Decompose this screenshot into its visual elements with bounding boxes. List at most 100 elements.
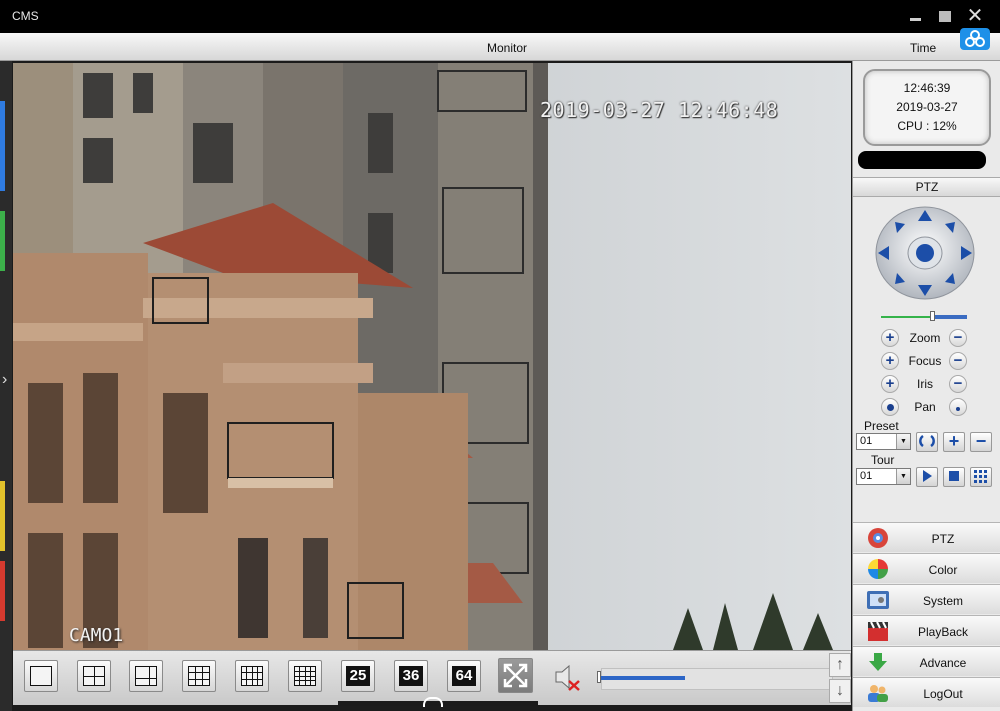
preset-add-button[interactable]: + bbox=[943, 432, 965, 452]
pan-start-button[interactable] bbox=[881, 398, 899, 416]
fullscreen-button[interactable] bbox=[498, 658, 533, 693]
tour-select[interactable]: 01 ▼ bbox=[856, 468, 911, 485]
iris-control: + Iris − bbox=[881, 375, 971, 395]
left-edge: › bbox=[0, 61, 12, 711]
layout-6-icon bbox=[135, 666, 157, 686]
menu-color-label: Color bbox=[928, 563, 958, 577]
play-icon bbox=[923, 470, 932, 482]
edge-strip bbox=[0, 211, 5, 271]
menu-playback-label: PlayBack bbox=[917, 625, 969, 639]
focus-in-button[interactable]: + bbox=[881, 352, 899, 370]
preset-remove-button[interactable]: − bbox=[970, 432, 992, 452]
clock-date: 2019-03-27 bbox=[896, 100, 958, 114]
osd-datetime: 2019-03-27 12:46:48 bbox=[540, 98, 779, 122]
clock-time: 12:46:39 bbox=[903, 81, 951, 95]
layout-4-button[interactable] bbox=[77, 660, 111, 692]
app-title: CMS bbox=[12, 9, 39, 23]
layout-36-button[interactable]: 36 bbox=[394, 660, 428, 692]
layout-25-button[interactable]: 25 bbox=[341, 660, 375, 692]
ptz-speed-slider[interactable] bbox=[881, 311, 967, 323]
layout-6-button[interactable] bbox=[129, 660, 163, 692]
stop-icon bbox=[949, 471, 959, 481]
pan-label: Pan bbox=[914, 400, 936, 414]
video-view[interactable]: 2019-03-27 12:46:48 CAMO1 bbox=[13, 63, 851, 650]
system-icon bbox=[867, 591, 889, 609]
monitor-tab[interactable]: Monitor bbox=[487, 41, 527, 55]
bottom-toolbar: 25 36 64 ↑ ↓ bbox=[13, 650, 851, 707]
ptz-speed-knob[interactable] bbox=[929, 311, 935, 321]
menu-ptz-label: PTZ bbox=[931, 532, 955, 546]
layout-16-icon bbox=[294, 666, 316, 686]
edge-strip bbox=[0, 561, 5, 621]
minimize-button[interactable] bbox=[904, 6, 926, 26]
zoom-label: Zoom bbox=[909, 331, 941, 345]
preset-label: Preset bbox=[864, 419, 899, 433]
ptz-camera-icon bbox=[868, 528, 888, 548]
layout-64-label: 64 bbox=[452, 666, 476, 686]
clapperboard-icon bbox=[868, 621, 888, 641]
layout-13-icon bbox=[241, 666, 263, 686]
fullscreen-icon bbox=[503, 663, 528, 688]
close-button[interactable]: ✕ bbox=[964, 6, 986, 26]
iris-open-button[interactable]: + bbox=[881, 375, 899, 393]
preset-goto-button[interactable] bbox=[916, 432, 938, 452]
edge-strip bbox=[0, 101, 5, 191]
download-arrow-icon bbox=[869, 653, 887, 671]
layout-16-button[interactable] bbox=[288, 660, 322, 692]
grid-icon bbox=[974, 470, 987, 483]
layout-1-button[interactable] bbox=[24, 660, 58, 692]
menu-logout-label: LogOut bbox=[923, 687, 963, 701]
menu-logout[interactable]: LogOut bbox=[853, 677, 1000, 707]
focus-label: Focus bbox=[908, 354, 942, 368]
zoom-out-button[interactable]: − bbox=[949, 329, 967, 347]
camera-feed-image bbox=[13, 63, 851, 650]
iris-close-button[interactable]: − bbox=[949, 375, 967, 393]
clock-box: 12:46:39 2019-03-27 CPU : 12% bbox=[863, 69, 991, 146]
menu-color[interactable]: Color bbox=[853, 553, 1000, 583]
collapse-handle[interactable]: › bbox=[2, 371, 10, 401]
volume-slider[interactable] bbox=[598, 676, 685, 680]
chevron-down-icon: ▼ bbox=[896, 434, 910, 449]
arrow-up-icon[interactable]: ↑ bbox=[829, 653, 851, 677]
layout-9-icon bbox=[188, 666, 210, 686]
cloud-icon bbox=[965, 30, 985, 47]
preset-select[interactable]: 01 ▼ bbox=[856, 433, 911, 450]
pan-control: Pan bbox=[881, 398, 971, 418]
focus-out-button[interactable]: − bbox=[949, 352, 967, 370]
layout-64-button[interactable]: 64 bbox=[447, 660, 481, 692]
layout-1-icon bbox=[30, 666, 52, 686]
zoom-in-button[interactable]: + bbox=[881, 329, 899, 347]
osd-camera-label: CAMO1 bbox=[69, 625, 124, 646]
layout-9-button[interactable] bbox=[182, 660, 216, 692]
layout-36-label: 36 bbox=[399, 666, 423, 686]
arrow-down-icon[interactable]: ↓ bbox=[829, 679, 851, 703]
menu-advance[interactable]: Advance bbox=[853, 646, 1000, 676]
bottom-collapse-handle[interactable] bbox=[338, 697, 538, 707]
volume-slider-knob[interactable] bbox=[597, 671, 601, 683]
menu-advance-label: Advance bbox=[919, 656, 967, 670]
menu-system-label: System bbox=[922, 594, 963, 608]
tour-play-button[interactable] bbox=[916, 467, 938, 487]
menu-system[interactable]: System bbox=[853, 584, 1000, 614]
edge-strip bbox=[0, 481, 5, 551]
layout-13-button[interactable] bbox=[235, 660, 269, 692]
right-panel: 12:46:39 2019-03-27 CPU : 12% PTZ + Zoom… bbox=[852, 61, 1000, 711]
tour-select-value: 01 bbox=[860, 470, 873, 482]
cloud-button[interactable] bbox=[960, 28, 990, 50]
ptz-dpad-icon bbox=[875, 206, 975, 300]
focus-control: + Focus − bbox=[881, 352, 971, 372]
iris-label: Iris bbox=[917, 377, 933, 391]
menu-playback[interactable]: PlayBack bbox=[853, 615, 1000, 645]
menu-ptz[interactable]: PTZ bbox=[853, 522, 1000, 552]
maximize-button[interactable] bbox=[934, 6, 956, 26]
tour-stop-button[interactable] bbox=[943, 467, 965, 487]
pan-stop-button[interactable] bbox=[949, 398, 967, 416]
color-palette-icon bbox=[868, 559, 888, 579]
tour-grid-button[interactable] bbox=[970, 467, 992, 487]
speaker-muted-icon[interactable] bbox=[553, 663, 583, 691]
status-bar bbox=[858, 151, 986, 169]
layout-25-label: 25 bbox=[346, 666, 370, 686]
cpu-usage: CPU : 12% bbox=[897, 119, 957, 133]
time-heading: Time bbox=[910, 41, 937, 55]
ptz-direction-pad[interactable] bbox=[875, 206, 975, 301]
